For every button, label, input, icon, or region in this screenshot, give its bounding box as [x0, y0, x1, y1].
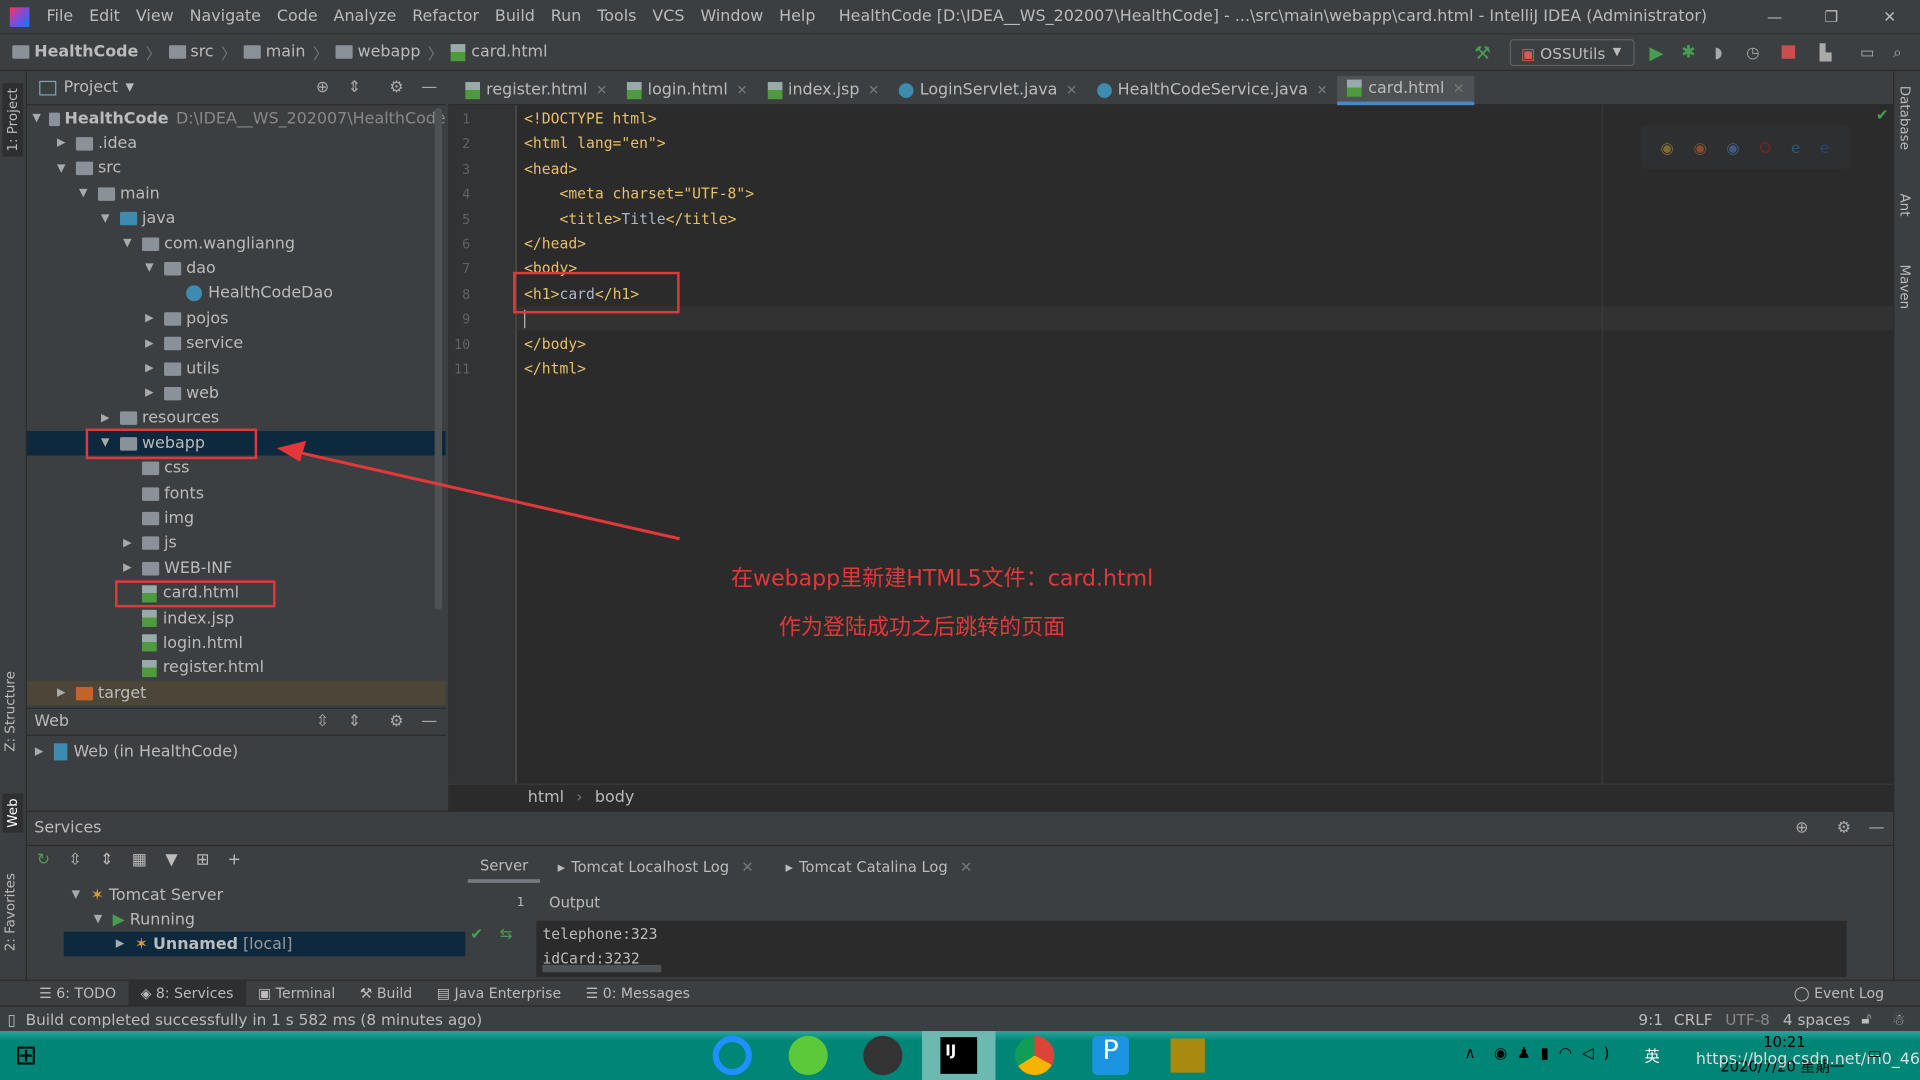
tool-java-enterprise[interactable]: ▤ Java Enterprise — [424, 980, 573, 1006]
app-icon-chrome[interactable] — [1015, 1035, 1055, 1076]
app-icon-files[interactable] — [1170, 1038, 1205, 1073]
output-label: Output — [549, 893, 601, 912]
watermark: https://blog.csdn.net/m0_46977723 — [1695, 1050, 1920, 1069]
line-separator[interactable]: CRLF — [1674, 1010, 1713, 1028]
tomcat-icon: ✶ — [134, 934, 149, 954]
tool-tab-maven[interactable]: Maven — [1897, 264, 1913, 309]
add-icon[interactable]: + — [228, 851, 241, 869]
gear-icon[interactable]: ⚙ — [1837, 819, 1851, 837]
ide-window: File Edit View Navigate Code Analyze Refactor B… — [0, 0, 1920, 1080]
service-tabs: Server ▸ Tomcat Localhost Log ✕ ▸ Tomcat Ca… — [467, 851, 972, 883]
service-node[interactable]: ▶ ✶ Unnamed [local] — [63, 931, 466, 957]
file-encoding[interactable]: UTF-8 — [1725, 1010, 1770, 1028]
tool-services[interactable]: ◈ 8: Services — [128, 980, 246, 1006]
filter-icon[interactable]: ▼ — [165, 851, 177, 869]
tab-tomcat-localhost-log[interactable]: Tomcat Localhost Log — [571, 858, 729, 875]
service-suffix: [local] — [242, 934, 293, 954]
caret-position[interactable]: 9:1 — [1638, 1010, 1663, 1028]
app-icon-avatar[interactable] — [863, 1035, 903, 1076]
scrollbar[interactable] — [542, 964, 662, 973]
hide-icon[interactable]: — — [1869, 819, 1885, 837]
right-tool-strip: Database Ant Maven — [1893, 71, 1920, 980]
status-bar: ▯ Build completed successfully in 1 s 58… — [0, 1005, 1920, 1031]
service-label: Running — [129, 910, 196, 929]
clock-time[interactable]: 10:21 — [1763, 1033, 1805, 1050]
group-icon[interactable]: ▦ — [132, 851, 147, 869]
windows-taskbar: ⊞ IJ P ∧ ◉♟▮◠◁) 英 10:21 2020/7/20 星期一 ht… — [0, 1031, 1920, 1080]
service-label: Tomcat Server — [108, 885, 224, 905]
refresh-icon[interactable]: ↻ — [37, 851, 50, 869]
tool-tab-ant[interactable]: Ant — [1897, 193, 1913, 216]
status-message[interactable]: Build completed successfully in 1 s 582 … — [26, 1010, 483, 1028]
tomcat-icon: ✶ — [90, 885, 104, 905]
service-node[interactable]: ▼ ✶ Tomcat Server — [64, 883, 466, 907]
service-node[interactable]: ▼ ▶ Running — [64, 907, 466, 931]
output-line: telephone:323 — [542, 925, 658, 943]
app-icon-360-browser[interactable] — [788, 1035, 828, 1076]
tool-tab-database[interactable]: Database — [1897, 86, 1913, 150]
lock-icon[interactable]: 🔓︎ — [1861, 1009, 1871, 1029]
tool-event-log[interactable]: ◯ Event Log — [1782, 980, 1897, 1006]
console-output[interactable]: telephone:323 idCard:3232 — [536, 920, 1847, 978]
tool-build[interactable]: ⚒ Build — [348, 980, 425, 1006]
tool-window-bar: ☰ 6: TODO ◈ 8: Services ▣ Terminal ⚒ Bui… — [0, 979, 1920, 1006]
collapse-all-icon[interactable]: ⇕ — [100, 851, 113, 869]
tool-terminal[interactable]: ▣ Terminal — [246, 980, 348, 1006]
success-check-icon: ✔ — [470, 924, 484, 943]
expand-all-icon[interactable]: ⇳ — [68, 851, 81, 869]
redeploy-icon[interactable]: ⇆ — [500, 924, 513, 942]
thread-count[interactable]: 1 — [517, 896, 525, 909]
breadcrumb-item[interactable]: html — [528, 789, 564, 807]
breadcrumb-item[interactable]: body — [595, 789, 634, 807]
ime-indicator[interactable]: 英 — [1644, 1043, 1659, 1066]
services-title: Services — [34, 819, 102, 838]
windows-start-icon[interactable]: ⊞ — [15, 1041, 38, 1072]
status-icon[interactable]: ▯ — [7, 1010, 15, 1028]
services-tree: ▼ ✶ Tomcat Server ▼ ▶ Running ▶ ✶ Unnamed [loca… — [63, 883, 466, 957]
inspector-icon[interactable]: ☃ — [1892, 1010, 1906, 1028]
tab-server[interactable]: Server — [467, 851, 541, 883]
new-tab-icon[interactable]: ⊞ — [196, 851, 209, 869]
app-icon-p[interactable]: P — [1092, 1035, 1129, 1076]
globe-icon[interactable]: ⊕ — [1795, 819, 1808, 837]
terminal-icon: ▸ — [785, 858, 793, 876]
tray-icons[interactable]: ◉♟▮◠◁) — [1494, 1043, 1619, 1061]
running-icon: ▶ — [112, 910, 125, 929]
tool-todo[interactable]: ☰ 6: TODO — [27, 980, 128, 1006]
app-icon-intellij[interactable]: IJ — [922, 1031, 996, 1080]
services-toolbar: ↻ ⇳ ⇕ ▦ ▼ ⊞ + — [37, 851, 241, 869]
close-tab-icon[interactable]: ✕ — [960, 858, 972, 875]
indent-setting[interactable]: 4 spaces — [1783, 1010, 1850, 1028]
tab-tomcat-catalina-log[interactable]: Tomcat Catalina Log — [799, 858, 948, 875]
tool-messages[interactable]: ☰ 0: Messages — [573, 980, 702, 1006]
terminal-icon: ▸ — [557, 858, 565, 876]
editor-breadcrumb: html › body — [448, 783, 1894, 811]
close-tab-icon[interactable]: ✕ — [741, 858, 753, 875]
notification-icon[interactable]: ▭ — [1867, 1043, 1881, 1061]
tray-expand-icon[interactable]: ∧ — [1464, 1043, 1475, 1061]
app-icon-browser[interactable] — [712, 1035, 752, 1076]
service-label: Unnamed — [152, 934, 239, 954]
